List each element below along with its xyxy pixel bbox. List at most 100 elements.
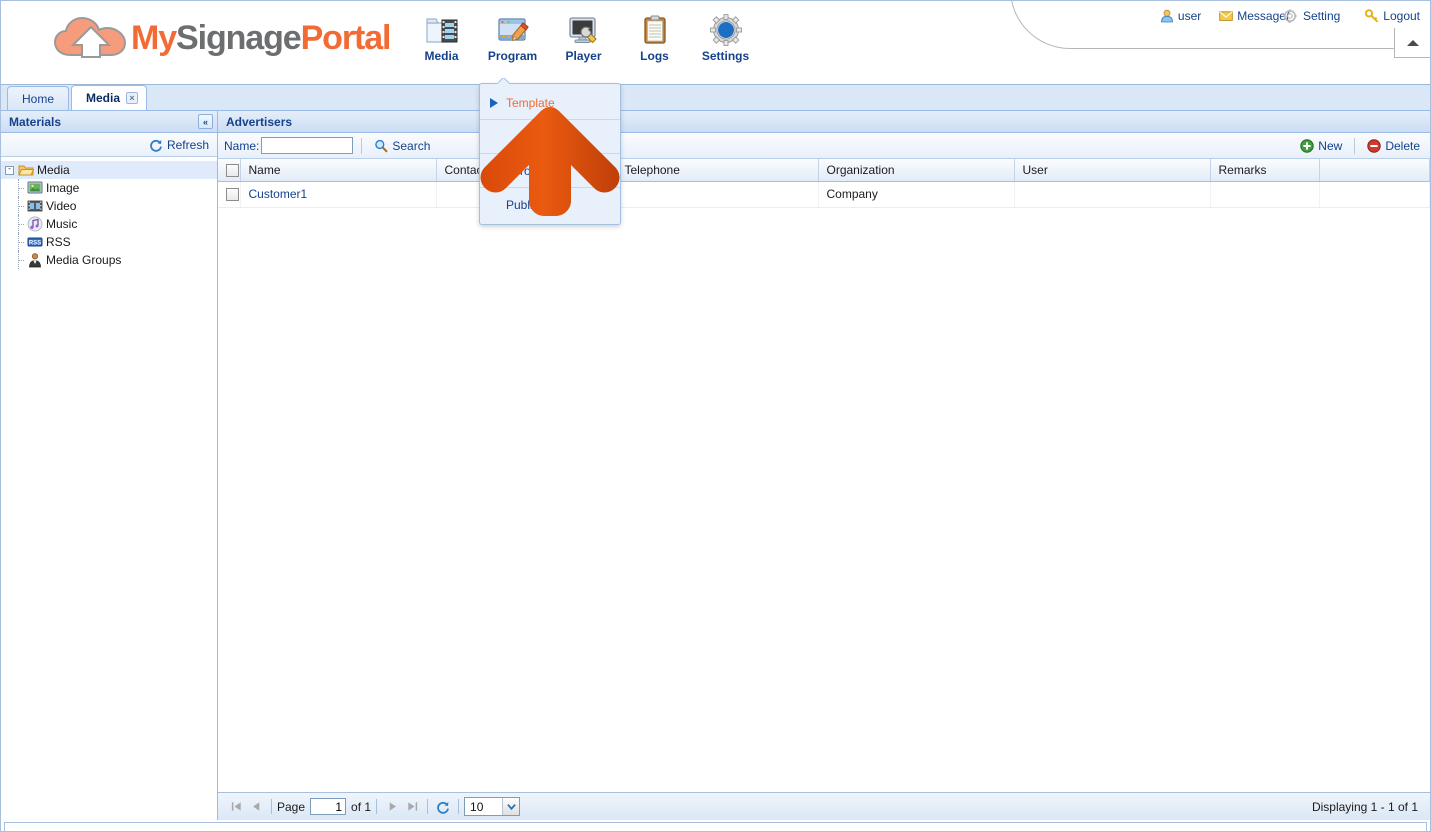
refresh-icon <box>436 800 450 814</box>
svg-text:RSS: RSS <box>29 240 41 246</box>
setting-label: Setting <box>1303 9 1340 23</box>
tree-expander-icon[interactable]: - <box>5 166 14 175</box>
nav-item-player[interactable]: Player <box>548 9 619 63</box>
next-page-icon <box>386 800 399 813</box>
cell-telephone <box>616 181 818 207</box>
chevron-down-icon <box>502 798 519 815</box>
nav-item-media[interactable]: Media <box>406 9 477 63</box>
logo-text-signage: Signage <box>176 19 301 57</box>
logo-text: MySignagePortal <box>131 19 390 58</box>
name-filter-input[interactable] <box>261 137 353 154</box>
nav-item-settings[interactable]: Settings <box>690 9 761 63</box>
new-button[interactable]: New <box>1296 138 1346 154</box>
menu-item-scroll-text[interactable]: Scroll Text <box>480 154 620 188</box>
page-size-select[interactable]: 10 <box>464 797 520 816</box>
column-header-organization[interactable]: Organization <box>818 159 1014 181</box>
music-icon <box>27 216 43 232</box>
tab-strip: Home Media × <box>1 85 1430 111</box>
current-user-link[interactable]: user <box>1160 9 1201 23</box>
column-header-name[interactable]: Name <box>240 159 436 181</box>
tree-label-rss: RSS <box>46 235 71 249</box>
header-collapse-button[interactable] <box>1394 28 1430 58</box>
pager-refresh-button[interactable] <box>434 798 452 816</box>
tab-home[interactable]: Home <box>7 86 69 110</box>
logs-clipboard-icon <box>638 13 672 47</box>
column-header-telephone[interactable]: Telephone <box>616 159 818 181</box>
materials-refresh-button[interactable]: Refresh <box>149 138 209 152</box>
select-all-checkbox[interactable] <box>226 164 239 177</box>
delete-button[interactable]: Delete <box>1363 138 1424 154</box>
message-link[interactable]: Message( <box>1219 9 1290 23</box>
nav-label-media: Media <box>406 49 477 63</box>
materials-collapse-button[interactable]: « <box>198 114 213 129</box>
cloud-upload-icon <box>53 15 129 61</box>
triangle-right-icon <box>490 98 498 108</box>
advertisers-title: Advertisers <box>226 115 292 129</box>
menu-item-publish[interactable]: Publish <box>480 188 620 222</box>
column-header-remarks[interactable]: Remarks <box>1210 159 1320 181</box>
grid-pager: Page of 1 <box>218 792 1430 820</box>
materials-refresh-label: Refresh <box>167 138 209 152</box>
toolbar-separator-2 <box>1354 138 1355 154</box>
menu-item-template[interactable]: Template <box>480 86 620 120</box>
message-setting-group: Message( Setting <box>1219 9 1347 23</box>
media-groups-icon <box>27 252 43 268</box>
tree-node-media-groups[interactable]: Media Groups <box>1 251 217 269</box>
application-window: MySignagePortal <box>0 0 1431 832</box>
chevron-up-icon <box>1407 40 1419 46</box>
cell-organization: Company <box>818 181 1014 207</box>
app-logo[interactable]: MySignagePortal <box>53 15 390 61</box>
video-icon <box>27 198 43 214</box>
logout-label: Logout <box>1383 9 1420 23</box>
tree-label-media-groups: Media Groups <box>46 253 121 267</box>
search-button[interactable]: Search <box>370 138 434 154</box>
gear-icon[interactable] <box>1283 9 1297 23</box>
page-size-value: 10 <box>470 800 483 814</box>
tree-label-media: Media <box>37 163 70 177</box>
player-monitor-icon <box>567 13 601 47</box>
cell-spacer <box>1320 181 1430 207</box>
main-navigation: Media Program <box>406 9 761 63</box>
nav-label-logs: Logs <box>619 49 690 63</box>
nav-item-program[interactable]: Program <box>477 9 548 63</box>
tree-label-image: Image <box>46 181 79 195</box>
table-header-row: Name Contact Telephone Organization User… <box>218 159 1430 181</box>
advertisers-panel-header: Advertisers <box>218 111 1430 133</box>
page-number-input[interactable] <box>310 798 346 815</box>
pager-separator-4 <box>458 799 459 814</box>
row-checkbox[interactable] <box>226 188 239 201</box>
last-page-button[interactable] <box>403 798 421 816</box>
page-label: Page <box>277 800 305 814</box>
tab-media[interactable]: Media × <box>71 85 147 110</box>
tab-media-label: Media <box>86 91 120 105</box>
materials-title: Materials <box>9 115 61 129</box>
tab-home-label: Home <box>22 92 54 106</box>
tree-node-media[interactable]: - Media <box>1 161 217 179</box>
table-row[interactable]: Customer1 Company <box>218 181 1430 207</box>
tree-node-image[interactable]: Image <box>1 179 217 197</box>
header-curve-decoration <box>1010 0 1430 49</box>
rss-icon: RSS <box>27 234 43 250</box>
setting-link[interactable]: Setting <box>1303 9 1340 23</box>
advertiser-name-link[interactable]: Customer1 <box>249 187 308 201</box>
tree-node-music[interactable]: Music <box>1 215 217 233</box>
pager-separator-1 <box>271 799 272 814</box>
refresh-icon <box>149 138 163 152</box>
first-page-button[interactable] <box>227 798 245 816</box>
logout-link[interactable]: Logout <box>1365 9 1420 23</box>
nav-item-logs[interactable]: Logs <box>619 9 690 63</box>
search-label: Search <box>392 139 430 153</box>
tab-media-close-icon[interactable]: × <box>126 92 138 104</box>
materials-toolbar: Refresh <box>1 133 217 157</box>
tree-node-video[interactable]: Video <box>1 197 217 215</box>
column-header-user[interactable]: User <box>1014 159 1210 181</box>
nav-label-player: Player <box>548 49 619 63</box>
tree-label-video: Video <box>46 199 76 213</box>
toolbar-separator <box>361 138 362 154</box>
menu-item-second[interactable] <box>480 120 620 154</box>
delete-label: Delete <box>1385 139 1420 153</box>
next-page-button[interactable] <box>383 798 401 816</box>
settings-gear-icon <box>709 13 743 47</box>
tree-node-rss[interactable]: RSS RSS <box>1 233 217 251</box>
prev-page-button[interactable] <box>247 798 265 816</box>
